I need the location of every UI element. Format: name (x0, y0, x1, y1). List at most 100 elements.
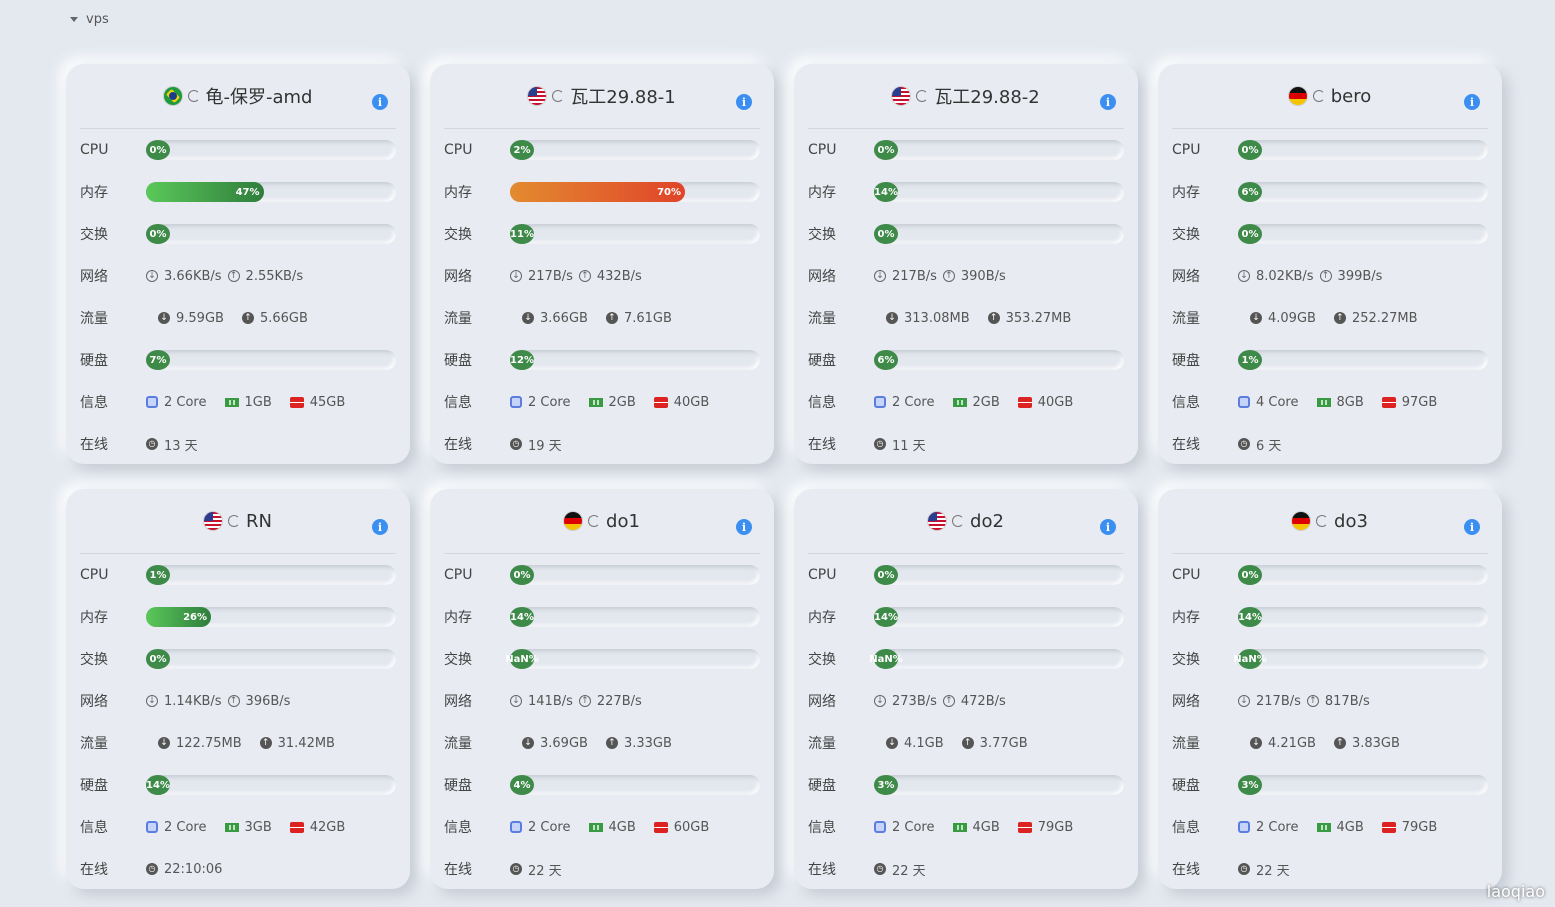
traffic-row-label: 流量 (444, 736, 472, 752)
group-header[interactable]: vps (70, 12, 109, 27)
core-count: 2 Core (164, 819, 207, 835)
disk-row-fill: 12% (510, 350, 534, 370)
swap-row: 交换 0% (808, 213, 1124, 255)
server-card[interactable]: 瓦工29.88-1 i CPU 2% 内存 70% 交换 11% 网络 ↓ 217B/s ↑ 432B/… (430, 64, 774, 464)
os-icon (228, 515, 240, 527)
download-speed-icon: ↓ (874, 695, 886, 707)
net-row: 网络 ↓ 8.02KB/s ↑ 399B/s (1172, 255, 1488, 297)
cpu-row-fill: 1% (146, 565, 170, 585)
online-row: 在线 ◷ 6 天 (1172, 423, 1488, 465)
server-card[interactable]: bero i CPU 0% 内存 6% 交换 0% 网络 ↓ 8.02KB/s ↑ 399B/s 流量 ↓ 4… (1158, 64, 1502, 464)
upload-total-icon: ↑ (605, 737, 618, 749)
info-icon[interactable]: i (1464, 94, 1480, 110)
cpu-row-bar: 2% (510, 140, 760, 160)
os-icon (187, 90, 200, 102)
traffic-row-label: 流量 (808, 736, 836, 752)
traffic-row-label: 流量 (80, 311, 108, 327)
info-icon[interactable]: i (372, 94, 388, 110)
cpu-row: CPU 0% (808, 554, 1124, 596)
net-in: 141B/s (528, 693, 573, 709)
cpu-row-fill: 2% (510, 140, 534, 160)
traffic-row-value: ↓ 3.66GB ↑ 7.61GB (510, 311, 672, 326)
swap-row: 交换 NaN% (444, 638, 760, 680)
traffic-in: 4.1GB (904, 735, 944, 751)
download-speed-icon: ↓ (510, 270, 522, 282)
clock-icon: ◷ (874, 438, 886, 450)
swap-row-fill: NaN% (505, 649, 539, 669)
caret-down-icon[interactable] (70, 17, 78, 22)
disk-row-label: 硬盘 (80, 353, 108, 369)
disk-row-fill: 6% (874, 350, 898, 370)
swap-row-bar: 0% (1238, 224, 1488, 244)
net-in: 3.66KB/s (164, 268, 222, 284)
info-row: 信息 2 Core 2GB 40GB (808, 381, 1124, 423)
swap-row-fill: 0% (146, 649, 170, 669)
online-row: 在线 ◷ 13 天 (80, 423, 396, 465)
disk-row-bar: 3% (1238, 775, 1488, 795)
info-icon[interactable]: i (736, 94, 752, 110)
traffic-row: 流量 ↓ 313.08MB ↑ 353.27MB (808, 297, 1124, 339)
net-in: 217B/s (1256, 693, 1301, 709)
cpu-chip-icon (1238, 396, 1250, 408)
cpu-row: CPU 2% (444, 129, 760, 171)
info-row: 信息 2 Core 4GB 79GB (1172, 806, 1488, 848)
watermark: laoqiao (1486, 882, 1545, 901)
swap-row-bar: 11% (510, 224, 760, 244)
storage-size: 40GB (1037, 394, 1074, 410)
info-row-label: 信息 (80, 395, 108, 411)
info-icon[interactable]: i (1464, 519, 1480, 535)
mem-row-label: 内存 (444, 610, 472, 626)
info-row-value: 2 Core 1GB 45GB (146, 395, 345, 410)
disk-row-bar: 7% (146, 350, 396, 370)
info-icon[interactable]: i (372, 519, 388, 535)
ram-size: 4GB (1336, 819, 1364, 835)
cpu-chip-icon (510, 821, 522, 833)
mem-row-label: 内存 (80, 185, 108, 201)
flag-de-icon (1292, 512, 1311, 530)
traffic-out: 252.27MB (1351, 310, 1418, 326)
server-card[interactable]: 龟-保罗-amd i CPU 0% 内存 47% 交换 0% 网络 ↓ 3.66KB/s ↑ 2.55K… (66, 64, 410, 464)
os-icon (1312, 90, 1325, 102)
info-icon[interactable]: i (736, 519, 752, 535)
traffic-row-label: 流量 (444, 311, 472, 327)
info-row: 信息 2 Core 1GB 45GB (80, 381, 396, 423)
net-out: 399B/s (1337, 268, 1383, 284)
cpu-row-label: CPU (1172, 567, 1201, 583)
storage-size: 79GB (1037, 819, 1074, 835)
clock-icon: ◷ (146, 863, 158, 875)
mem-row-label: 内存 (1172, 185, 1200, 201)
server-card[interactable]: do3 i CPU 0% 内存 14% 交换 NaN% 网络 ↓ 217B/s ↑ 817B/s 流量 ↓ 4… (1158, 489, 1502, 889)
ram-size: 8GB (1336, 394, 1364, 410)
net-in: 217B/s (892, 268, 937, 284)
ram-stick-icon (952, 397, 967, 407)
net-out: 432B/s (596, 268, 642, 284)
mem-row: 内存 14% (808, 171, 1124, 213)
mem-row-label: 内存 (808, 185, 836, 201)
cpu-row: CPU 0% (808, 129, 1124, 171)
ram-stick-icon (588, 397, 603, 407)
cpu-row-bar: 0% (146, 140, 396, 160)
os-icon (916, 90, 929, 102)
uptime: 11 天 (892, 438, 926, 454)
cpu-row: CPU 0% (80, 129, 396, 171)
card-header: do2 i (808, 489, 1124, 554)
server-card[interactable]: do1 i CPU 0% 内存 14% 交换 NaN% 网络 ↓ 141B/s ↑ 227B/s 流量 ↓ 3… (430, 489, 774, 889)
info-icon[interactable]: i (1100, 94, 1116, 110)
disk-drive-icon (1381, 821, 1396, 833)
traffic-out: 353.27MB (1005, 310, 1072, 326)
server-card[interactable]: do2 i CPU 0% 内存 14% 交换 NaN% 网络 ↓ 273B/s ↑ 472B/s 流量 ↓ 4… (794, 489, 1138, 889)
traffic-row-value: ↓ 4.1GB ↑ 3.77GB (874, 736, 1028, 751)
info-row-label: 信息 (808, 820, 836, 836)
swap-row: 交换 NaN% (808, 638, 1124, 680)
uptime: 22 天 (892, 863, 926, 879)
traffic-row: 流量 ↓ 3.69GB ↑ 3.33GB (444, 722, 760, 764)
info-icon[interactable]: i (1100, 519, 1116, 535)
server-card[interactable]: 瓦工29.88-2 i CPU 0% 内存 14% 交换 0% 网络 ↓ 217B/s ↑ 390B/s… (794, 64, 1138, 464)
net-row: 网络 ↓ 217B/s ↑ 432B/s (444, 255, 760, 297)
cpu-row-label: CPU (808, 567, 837, 583)
server-card[interactable]: RN i CPU 1% 内存 26% 交换 0% 网络 ↓ 1.14KB/s ↑ 396B/s 流量 ↓ 12… (66, 489, 410, 889)
disk-drive-icon (653, 821, 668, 833)
card-header: 龟-保罗-amd i (80, 64, 396, 129)
ram-size: 1GB (244, 394, 272, 410)
mem-row-label: 内存 (444, 185, 472, 201)
